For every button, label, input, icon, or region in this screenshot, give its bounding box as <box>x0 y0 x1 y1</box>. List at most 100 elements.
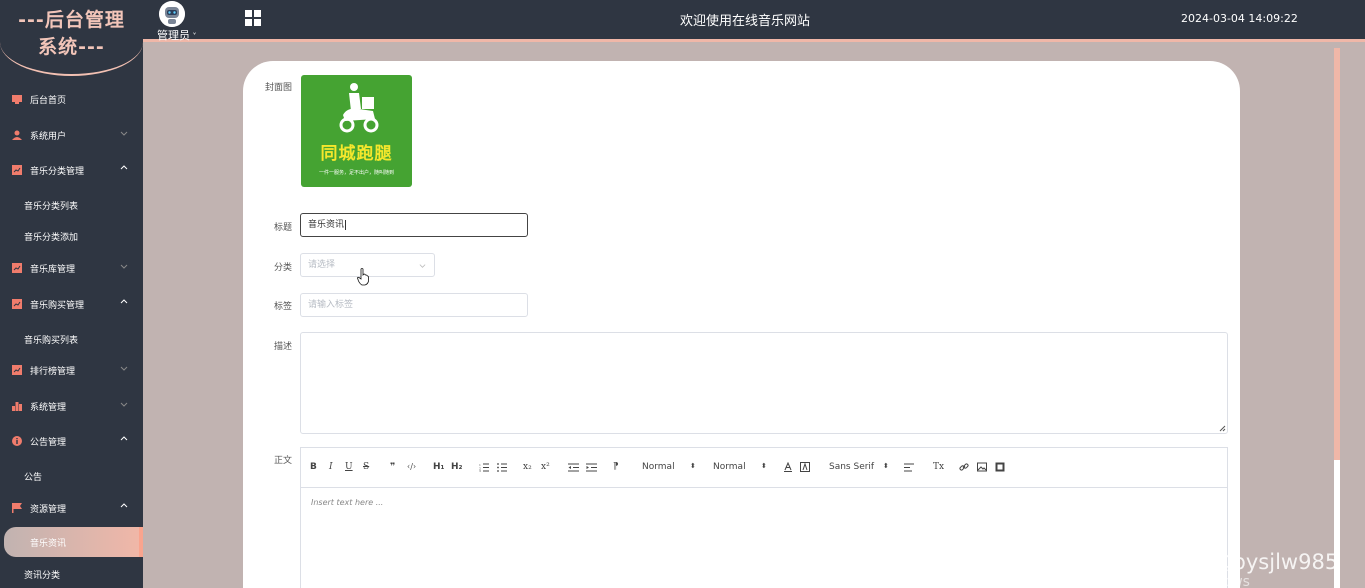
monitor-icon <box>12 95 22 104</box>
sidebar-item-label: 公告 <box>24 473 43 483</box>
category-placeholder: 请选择 <box>308 260 336 270</box>
font-select-value: Sans Serif <box>829 462 875 472</box>
avatar[interactable] <box>159 1 185 27</box>
logo-line1: ---后台管理 <box>18 9 125 31</box>
strike-button[interactable]: S <box>363 462 369 472</box>
sidebar-item-label: 音乐资讯 <box>30 539 67 549</box>
chevron-up-icon <box>120 165 128 170</box>
description-textarea[interactable] <box>300 332 1228 434</box>
editor-toolbar: B I U S ❞ ‹/› H₁ H₂ 123 x₂ x² ⁋ Normal ⬍ … <box>301 448 1227 488</box>
sidebar-item-announcements[interactable]: 公告管理 <box>0 426 143 456</box>
cover-text: 同城跑腿 <box>320 144 393 164</box>
chart-icon <box>12 263 22 273</box>
chart-icon <box>12 299 22 309</box>
italic-button[interactable]: I <box>329 462 333 472</box>
resize-handle-icon[interactable] <box>1219 425 1226 432</box>
svg-text:3: 3 <box>479 469 481 472</box>
delivery-scooter-icon <box>339 83 379 133</box>
chevron-down-icon: ˅ <box>190 32 197 41</box>
chevron-down-icon <box>120 264 128 269</box>
chevron-down-icon <box>419 264 426 268</box>
sidebar-item-category-add[interactable]: 音乐分类添加 <box>0 223 143 249</box>
cover-subtext: 一件一服务，足不出户，随叫随到 <box>318 170 394 176</box>
subscript-button[interactable]: x₂ <box>523 462 532 472</box>
bold-button[interactable]: B <box>310 462 317 472</box>
sidebar-item-label: 公告管理 <box>30 438 67 448</box>
bullet-list-icon[interactable] <box>497 463 507 472</box>
sidebar-item-music-library[interactable]: 音乐库管理 <box>0 253 143 283</box>
sidebar-item-label: 排行榜管理 <box>30 367 76 377</box>
up-down-arrow-icon: ⬍ <box>690 462 696 470</box>
bar-chart-icon <box>12 402 22 411</box>
size-select-1[interactable]: Normal ⬍ <box>642 462 698 472</box>
logo: ---后台管理 系统--- <box>0 0 143 76</box>
title-input[interactable]: 音乐资讯 <box>300 213 528 237</box>
tags-placeholder: 请输入标签 <box>308 300 354 310</box>
tags-input[interactable]: 请输入标签 <box>300 293 528 317</box>
sidebar-item-label: 音乐分类列表 <box>24 202 79 212</box>
sidebar-item-rankings[interactable]: 排行榜管理 <box>0 355 143 385</box>
logo-line2: 系统--- <box>38 36 105 58</box>
sidebar-item-system-users[interactable]: 系统用户 <box>0 120 143 150</box>
chevron-down-icon <box>120 402 128 407</box>
blockquote-button[interactable]: ❞ <box>390 462 395 472</box>
admin-label: 管理员 <box>157 29 190 42</box>
sidebar-item-music-category[interactable]: 音乐分类管理 <box>0 155 143 185</box>
chart-icon <box>12 165 22 175</box>
sidebar-item-purchase-list[interactable]: 音乐购买列表 <box>0 326 143 352</box>
sidebar-item-music-news[interactable]: 音乐资讯 <box>4 527 143 557</box>
text-color-icon[interactable] <box>783 462 793 472</box>
image-icon[interactable] <box>977 462 987 472</box>
sidebar-item-news-category[interactable]: 资讯分类 <box>0 561 143 587</box>
sidebar-item-label: 资源管理 <box>30 505 67 515</box>
title-value: 音乐资讯 <box>308 220 345 230</box>
size-select-2[interactable]: Normal ⬍ <box>713 462 769 472</box>
font-select[interactable]: Sans Serif ⬍ <box>829 462 891 472</box>
sidebar-item-music-purchase[interactable]: 音乐购买管理 <box>0 289 143 319</box>
grid-menu-icon[interactable] <box>245 10 261 26</box>
align-left-icon[interactable] <box>904 463 914 472</box>
outdent-icon[interactable] <box>568 463 579 472</box>
sidebar-item-label: 资讯分类 <box>24 571 61 581</box>
sidebar-item-resources[interactable]: 资源管理 <box>0 493 143 523</box>
user-icon <box>12 130 22 140</box>
body-label: 正文 <box>273 456 292 466</box>
up-down-arrow-icon: ⬍ <box>883 462 889 470</box>
clear-format-button[interactable]: Tx <box>933 462 944 472</box>
hand-cursor-icon <box>357 268 369 286</box>
superscript-button[interactable]: x² <box>541 462 550 472</box>
title-label: 标题 <box>273 223 292 233</box>
sidebar-item-label: 音乐分类管理 <box>30 167 85 177</box>
code-block-button[interactable]: ‹/› <box>407 462 416 471</box>
size-select-2-value: Normal <box>713 462 746 472</box>
underline-button[interactable]: U <box>345 462 353 472</box>
link-icon[interactable] <box>959 462 969 472</box>
chevron-down-icon <box>120 366 128 371</box>
chevron-up-icon <box>120 436 128 441</box>
sidebar-item-label: 音乐库管理 <box>30 265 76 275</box>
indent-icon[interactable] <box>586 463 597 472</box>
header2-button[interactable]: H₂ <box>451 462 462 472</box>
admin-dropdown[interactable]: 管理员 ˅ <box>157 27 197 43</box>
sidebar-item-label: 音乐分类添加 <box>24 233 79 243</box>
sidebar-item-category-list[interactable]: 音乐分类列表 <box>0 192 143 218</box>
video-icon[interactable] <box>995 462 1005 472</box>
header1-button[interactable]: H₁ <box>433 462 444 472</box>
sidebar-item-home[interactable]: 后台首页 <box>0 84 143 114</box>
cover-image[interactable]: 同城跑腿 一件一服务，足不出户，随叫随到 <box>301 75 412 187</box>
scrollbar-track[interactable] <box>1334 48 1340 460</box>
up-down-arrow-icon: ⬍ <box>761 462 767 470</box>
site-title: 欢迎使用在线音乐网站 <box>679 14 810 29</box>
background-color-icon[interactable] <box>800 462 810 472</box>
ordered-list-icon[interactable]: 123 <box>479 463 489 472</box>
size-select-1-value: Normal <box>642 462 675 472</box>
sidebar-item-announcement[interactable]: 公告 <box>0 463 143 489</box>
editor-placeholder: Insert text here ... <box>311 498 384 507</box>
sidebar-item-system-management[interactable]: 系统管理 <box>0 391 143 421</box>
rich-text-editor[interactable]: B I U S ❞ ‹/› H₁ H₂ 123 x₂ x² ⁋ Normal ⬍ … <box>300 447 1228 588</box>
chevron-up-icon <box>120 503 128 508</box>
sidebar-item-label: 系统用户 <box>30 132 67 142</box>
datetime: 2024-03-04 14:09:22 <box>1181 12 1298 25</box>
chevron-up-icon <box>120 299 128 304</box>
direction-rtl-button[interactable]: ⁋ <box>613 462 619 472</box>
